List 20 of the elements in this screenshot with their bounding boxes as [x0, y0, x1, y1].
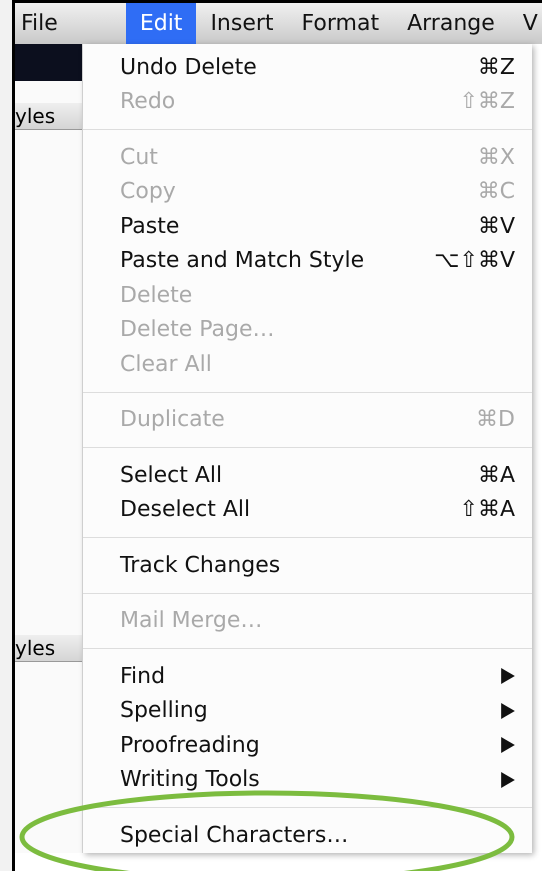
sidebar-header: yles: [15, 635, 82, 662]
menu-title[interactable]: Insert: [196, 3, 288, 44]
menu-item[interactable]: Writing Tools: [83, 762, 532, 797]
menu-title[interactable]: Arrange: [393, 3, 509, 44]
menu-title[interactable]: Format: [288, 3, 394, 44]
menu-item[interactable]: Paste ⌘V: [83, 209, 532, 244]
menu-item[interactable]: Deselect All ⇧⌘A: [83, 492, 532, 527]
menu-item[interactable]: Spelling: [83, 694, 532, 728]
menu-item[interactable]: Undo Delete ⌘Z: [83, 50, 532, 84]
menu-item[interactable]: Select All ⌘A: [83, 458, 532, 492]
menu-item[interactable]: Proofreading: [83, 728, 532, 762]
menu-item[interactable]: Find: [83, 659, 532, 694]
menu-item[interactable]: Paste and Match Style ⌥⇧⌘V: [83, 244, 532, 278]
sidebar-header: yles: [15, 103, 82, 130]
menu-title[interactable]: File: [15, 3, 72, 44]
menu-title[interactable]: Edit: [126, 3, 196, 44]
menu-item[interactable]: Special Characters…: [83, 818, 532, 852]
menu-item[interactable]: Track Changes: [83, 548, 532, 582]
menu-title[interactable]: V: [508, 3, 542, 44]
toolbar-background: [15, 44, 82, 81]
